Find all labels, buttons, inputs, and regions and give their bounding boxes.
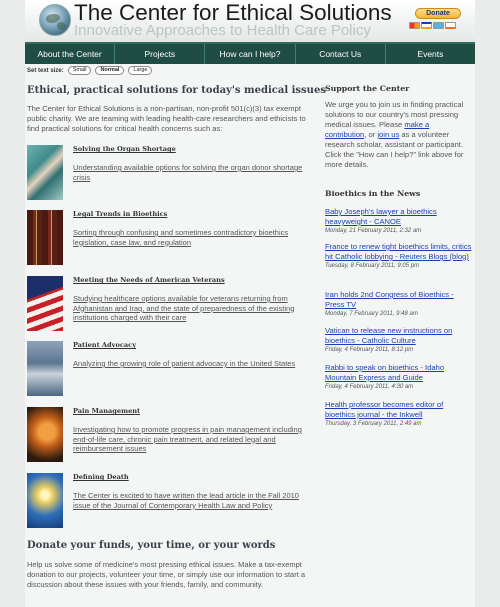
article-desc[interactable]: Studying healthcare options available fo… <box>73 294 313 323</box>
globe-logo-icon[interactable] <box>39 4 71 36</box>
surgery-photo-icon[interactable] <box>27 145 63 200</box>
news-link[interactable]: Baby Joseph's lawyer a bioethics heavywe… <box>325 207 473 227</box>
nav-events[interactable]: Events <box>386 44 475 64</box>
text-size-normal-button[interactable]: Normal <box>95 66 125 75</box>
support-text: We urge you to join us in finding practi… <box>325 100 465 170</box>
text-size-small-button[interactable]: Small <box>67 66 92 75</box>
mastercard-icon <box>409 22 420 29</box>
article-title[interactable]: Patient Advocacy <box>73 341 136 349</box>
hospital-bed-photo-icon[interactable] <box>27 341 63 396</box>
article-desc[interactable]: The Center is excited to have written th… <box>73 491 313 510</box>
sky-light-photo-icon[interactable] <box>27 473 63 528</box>
news-link[interactable]: France to renew tight bioethics limits, … <box>325 242 473 262</box>
amex-icon <box>433 22 444 29</box>
news-date: Friday, 4 February 2011, 4:30 am <box>325 384 414 390</box>
article-desc[interactable]: Understanding available options for solv… <box>73 163 313 182</box>
support-text-part: , or <box>364 130 378 139</box>
american-flag-photo-icon[interactable] <box>27 276 63 331</box>
news-item: France to renew tight bioethics limits, … <box>325 242 473 269</box>
site-tagline: Innovative Approaches to Health Care Pol… <box>74 22 371 39</box>
nav-projects[interactable]: Projects <box>115 44 206 64</box>
news-date: Thursday, 3 February 2011, 2:49 am <box>325 421 422 427</box>
support-text-part: We urge you to join us in finding practi… <box>325 100 464 129</box>
article-title[interactable]: Pain Management <box>73 407 140 415</box>
news-item: Health professor becomes editor of bioet… <box>325 400 473 427</box>
news-date: Monday, 7 February 2011, 9:48 am <box>325 311 418 317</box>
article-title[interactable]: Defining Death <box>73 473 129 481</box>
nav-contact[interactable]: Contact Us <box>296 44 386 64</box>
donate-heading: Donate your funds, your time, or your wo… <box>27 540 276 551</box>
article-title[interactable]: Solving the Organ Shortage <box>73 145 176 153</box>
site-header: The Center for Ethical Solutions Innovat… <box>25 0 475 42</box>
news-date: Monday, 21 February 2011, 2:32 am <box>325 228 422 234</box>
news-date: Friday, 4 February 2011, 8:12 pm <box>325 347 414 353</box>
article-desc[interactable]: Investigating how to promote progress in… <box>73 425 313 454</box>
article-desc[interactable]: Analyzing the growing role of patient ad… <box>73 359 313 369</box>
main-nav: About the Center Projects How can I help… <box>25 42 475 64</box>
main-heading: Ethical, practical solutions for today's… <box>27 85 326 96</box>
paypal-donate-button[interactable]: Donate <box>415 8 461 19</box>
text-size-control: Set text size: Small Normal Large <box>27 66 153 75</box>
article-title[interactable]: Meeting the Needs of American Veterans <box>73 276 225 284</box>
news-link[interactable]: Health professor becomes editor of bioet… <box>325 400 473 420</box>
nav-how-can-i-help[interactable]: How can I help? <box>205 44 296 64</box>
news-item: Rabbi to speak on bioethics - Idaho Moun… <box>325 363 473 390</box>
nav-about[interactable]: About the Center <box>25 44 116 64</box>
news-link[interactable]: Iran holds 2nd Congress of Bioethics - P… <box>325 290 473 310</box>
news-link[interactable]: Vatican to release new instructions on b… <box>325 326 473 346</box>
news-item: Iran holds 2nd Congress of Bioethics - P… <box>325 290 473 317</box>
text-size-large-button[interactable]: Large <box>128 66 153 75</box>
pill-bottle-photo-icon[interactable] <box>27 407 63 462</box>
donate-text: Help us solve some of medicine's most pr… <box>27 560 306 589</box>
news-heading: Bioethics in the News <box>325 189 421 198</box>
article-desc[interactable]: Sorting through confusing and sometimes … <box>73 228 313 247</box>
news-item: Baby Joseph's lawyer a bioethics heavywe… <box>325 207 473 234</box>
text-size-label: Set text size: <box>27 67 64 74</box>
news-link[interactable]: Rabbi to speak on bioethics - Idaho Moun… <box>325 363 473 383</box>
law-books-photo-icon[interactable] <box>27 210 63 265</box>
intro-text: The Center for Ethical Solutions is a no… <box>27 104 306 133</box>
support-heading: Support the Center <box>325 84 410 93</box>
news-date: Tuesday, 8 February 2011, 9:05 pm <box>325 263 420 269</box>
discover-icon <box>445 22 456 29</box>
join-us-link[interactable]: join us <box>377 130 399 139</box>
news-item: Vatican to release new instructions on b… <box>325 326 473 353</box>
payment-cards <box>409 22 456 29</box>
article-title[interactable]: Legal Trends in Bioethics <box>73 210 167 218</box>
visa-icon <box>421 22 432 29</box>
page: The Center for Ethical Solutions Innovat… <box>25 0 475 607</box>
